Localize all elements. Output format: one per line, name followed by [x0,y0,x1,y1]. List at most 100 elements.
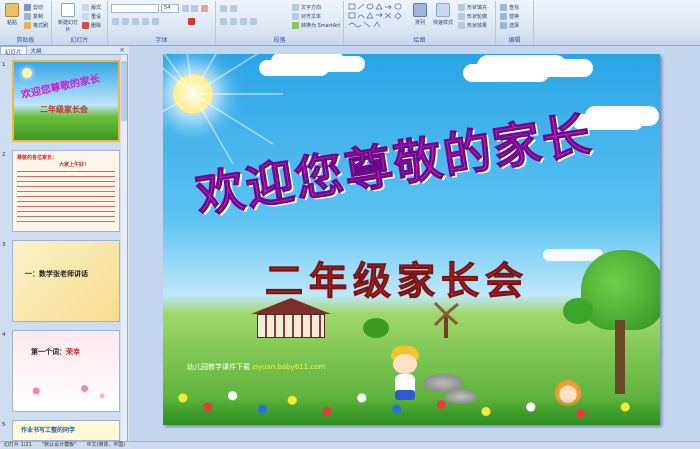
align-text-button[interactable]: 对齐文本 [292,12,321,20]
align-right-button[interactable] [240,17,247,25]
thumb-line: 作业书写工整的同学 [21,427,76,434]
thumb-flowers [23,379,111,403]
replace-button[interactable]: 替换 [500,12,519,20]
tab-slides[interactable]: 幻灯片 [0,46,27,56]
thumb-title: 欢迎您尊敬的家长 [20,73,101,102]
font-name-select[interactable] [111,4,159,13]
select-button[interactable]: 选择 [500,21,519,29]
font-color-icon [188,17,195,25]
paint-bucket-icon [458,3,465,11]
numbering-button[interactable] [230,4,237,12]
cloud-icon [463,64,549,82]
scissors-icon [24,3,31,11]
theme-name: "默认设计模板" [41,442,77,448]
shapes-gallery[interactable] [348,3,408,29]
align-center-button[interactable] [230,17,237,25]
strike-button[interactable] [142,17,149,25]
slide-thumbnail-pane: 幻灯片 大纲 × 1 欢迎您尊敬的家长 二年级家长会 2 尊敬的各位家长： 大家… [0,46,128,441]
tree-illustration [363,318,389,338]
align-text-icon [292,12,299,20]
thumb-body-text [17,169,115,223]
paste-button[interactable]: 粘贴 [2,3,22,35]
quick-styles-icon [436,3,450,17]
smartart-icon [292,21,299,29]
slide-thumbnail-5[interactable]: 作业书写工整的同学 [12,420,120,441]
ribbon: 粘贴 剪切 复制 格式刷 剪贴板 新建幻灯片 版式 重设 删除 幻灯片 54 字… [0,0,700,46]
copy-button[interactable]: 复制 [24,12,43,20]
shape-outline-button[interactable]: 形状轮廓 [458,12,487,20]
slide-thumbnail-1[interactable]: 欢迎您尊敬的家长 二年级家长会 [12,60,120,142]
layout-icon [82,3,89,11]
flowers-illustration [163,380,660,425]
cut-button[interactable]: 剪切 [24,3,43,11]
slide-number: 4 [2,332,6,338]
thumb-subtitle: 二年级家长会 [40,104,88,114]
smartart-button[interactable]: 转换为 SmartArt [292,21,340,29]
copy-icon [24,12,31,20]
justify-button[interactable] [250,17,257,25]
shadow-button[interactable] [152,17,159,25]
scrollbar-thumb[interactable] [121,61,127,121]
search-icon [500,3,507,11]
text-direction-button[interactable]: 文字方向 [292,3,321,11]
italic-icon [122,17,129,25]
grow-font-button[interactable] [182,4,189,12]
italic-button[interactable] [122,17,129,25]
arrange-icon [413,3,427,17]
tree-illustration [563,298,593,324]
slide-thumbnail-3[interactable]: 一：数学张老师讲话 [12,240,120,322]
quick-styles-button[interactable]: 快速样式 [430,3,456,35]
delete-icon [82,21,89,29]
grow-font-icon [182,4,189,12]
house-roof [251,298,331,314]
reset-button[interactable]: 重设 [82,12,101,20]
new-slide-button[interactable]: 新建幻灯片 [56,3,80,35]
footer-prefix: 幼儿园教学课件下载 [187,363,250,371]
tab-outline[interactable]: 大纲 [27,46,46,55]
paste-icon [5,3,19,17]
arrange-button[interactable]: 排列 [410,3,430,35]
font-group: 54 字体 [108,1,216,45]
slide-footer: 幼儿园教学课件下载 ziyuan.baby611.com [187,362,325,372]
shrink-font-icon [191,4,198,12]
shape-fill-button[interactable]: 形状填充 [458,3,487,11]
thumb-line: 大家上午好！ [59,162,90,168]
slide-canvas[interactable]: 欢迎您尊敬的家长 二年级家长会 幼儿园教学课件下载 ziyuan.baby611… [163,54,660,425]
thumbnail-scrollbar[interactable] [121,55,127,441]
slide-thumbnail-2[interactable]: 尊敬的各位家长： 大家上午好！ [12,150,120,232]
slide-thumbnail-4[interactable]: 第一个词：荣幸 [12,330,120,412]
clipboard-group: 粘贴 剪切 复制 格式刷 剪贴板 [0,1,52,45]
thumb-line: 一：数学张老师讲话 [25,269,88,278]
bold-button[interactable] [112,17,119,25]
shape-effects-button[interactable]: 形状效果 [458,21,487,29]
language-indicator: 中文(简体，中国) [86,442,126,448]
font-label: 字体 [155,37,168,44]
paragraph-label: 段落 [273,37,286,44]
underline-icon [132,17,139,25]
shrink-font-button[interactable] [191,4,198,12]
format-painter-button[interactable]: 格式刷 [24,21,48,29]
numbering-icon [230,4,237,12]
underline-button[interactable] [132,17,139,25]
slide-subtitle[interactable]: 二年级家长会 [264,250,529,305]
layout-button[interactable]: 版式 [82,3,101,11]
windmill-illustration [433,301,459,338]
font-size-select[interactable]: 54 [161,4,179,13]
align-left-button[interactable] [220,17,227,25]
bullets-button[interactable] [220,4,227,12]
slide-counter: 幻灯片 1/21 [4,442,32,448]
pane-tabs: 幻灯片 大纲 × [0,46,128,56]
drawing-group: 排列 快速样式 形状填充 形状轮廓 形状效果 绘图 [344,1,496,45]
find-button[interactable]: 查找 [500,3,519,11]
clear-format-button[interactable] [201,4,208,12]
thumb-sun [22,68,32,78]
bullets-icon [220,4,227,12]
status-bar: 幻灯片 1/21 "默认设计模板" 中文(简体，中国) [0,441,700,449]
delete-slide-button[interactable]: 删除 [82,21,101,29]
footer-site: ziyuan.baby611.com [252,363,326,371]
shadow-icon [152,17,159,25]
font-color-button[interactable] [188,17,195,25]
slide-number: 3 [2,242,6,248]
slides-label: 幻灯片 [70,37,89,44]
close-icon[interactable]: × [116,46,128,54]
